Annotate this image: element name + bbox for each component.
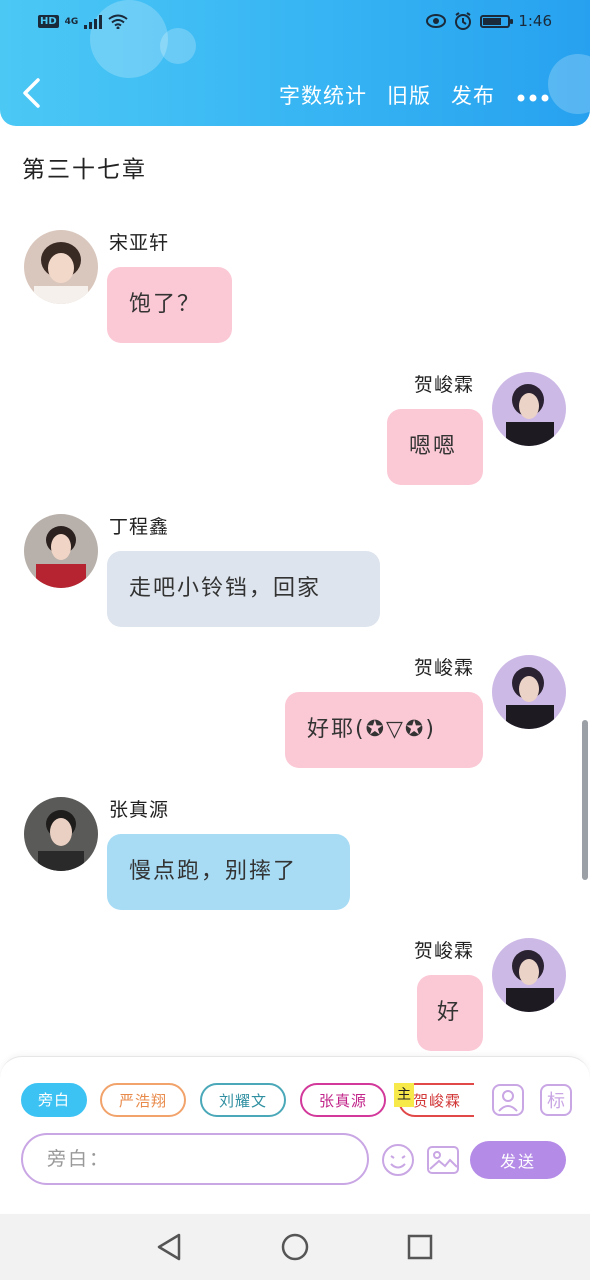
triangle-back-icon	[157, 1233, 181, 1261]
system-nav-bar	[0, 1214, 590, 1280]
main-role-tag: 主	[394, 1083, 414, 1107]
network-type: 4G	[64, 16, 79, 27]
role-chip-liu-yaowen[interactable]: 刘耀文	[200, 1083, 286, 1117]
more-button[interactable]	[516, 80, 550, 108]
old-version-button[interactable]: 旧版	[387, 80, 431, 110]
avatar-image	[492, 938, 566, 1012]
avatar-image	[24, 514, 98, 588]
avatar-image	[492, 655, 566, 729]
decorative-bubble	[548, 54, 590, 114]
send-button[interactable]: 发送	[470, 1141, 566, 1179]
tag-icon: 标	[540, 1084, 572, 1116]
image-button[interactable]	[426, 1143, 460, 1177]
message-bubble[interactable]: 嗯嗯	[387, 409, 483, 485]
square-recents-icon	[407, 1234, 433, 1260]
top-app-bar: HD 4G 1:46 字数统计 旧版 发布	[0, 0, 590, 126]
emoji-button[interactable]	[381, 1143, 415, 1177]
publish-button[interactable]: 发布	[451, 80, 495, 110]
sender-name: 贺峻霖	[414, 374, 475, 396]
sender-name: 贺峻霖	[414, 940, 475, 962]
clock: 1:46	[518, 12, 552, 30]
sender-name: 丁程鑫	[109, 516, 170, 538]
more-dots-icon	[517, 94, 549, 102]
chapter-title: 第三十七章	[22, 157, 147, 183]
sender-name: 贺峻霖	[414, 657, 475, 679]
nav-recents-button[interactable]	[404, 1231, 436, 1263]
role-manage-button[interactable]	[492, 1084, 524, 1116]
avatar-he-junlin[interactable]	[492, 655, 566, 729]
role-chip-narration[interactable]: 旁白	[21, 1083, 87, 1117]
emoji-icon	[382, 1144, 414, 1176]
sender-name: 宋亚轩	[109, 232, 170, 254]
avatar-song-yaxuan[interactable]	[24, 230, 98, 304]
message-bubble[interactable]: 好	[417, 975, 483, 1051]
tag-label: 标	[547, 1091, 565, 1112]
avatar-he-junlin[interactable]	[492, 938, 566, 1012]
tag-button[interactable]: 标	[540, 1084, 572, 1116]
back-button[interactable]	[20, 76, 48, 114]
hd-indicator: HD	[38, 15, 59, 28]
wifi-icon	[108, 14, 128, 29]
eye-comfort-icon	[426, 14, 447, 28]
message-bubble[interactable]: 饱了？	[107, 267, 232, 343]
avatar-image	[24, 230, 98, 304]
status-bar: HD 4G 1:46	[0, 0, 590, 50]
signal-icon	[84, 14, 103, 29]
message-bubble[interactable]: 走吧小铃铛，回家	[107, 551, 380, 627]
circle-home-icon	[281, 1233, 309, 1261]
chevron-left-icon	[23, 78, 40, 108]
composer-panel: 旁白 严浩翔 刘耀文 张真源 贺峻霖 标 发送	[0, 1056, 590, 1213]
role-chip-yan-haoxiang[interactable]: 严浩翔	[100, 1083, 186, 1117]
message-bubble[interactable]: 慢点跑，别摔了	[107, 834, 350, 910]
avatar-image	[492, 372, 566, 446]
avatar-he-junlin[interactable]	[492, 372, 566, 446]
avatar-image	[24, 797, 98, 871]
person-icon	[492, 1084, 524, 1116]
battery-level	[483, 17, 502, 25]
sender-name: 张真源	[109, 799, 170, 821]
message-input[interactable]	[21, 1133, 369, 1185]
avatar-zhang-zhenyuan[interactable]	[24, 797, 98, 871]
alarm-icon	[455, 12, 472, 30]
image-icon	[427, 1146, 459, 1174]
avatar-ding-chengxin[interactable]	[24, 514, 98, 588]
battery-icon	[480, 14, 514, 28]
message-bubble[interactable]: 好耶(✪▽✪)	[285, 692, 483, 768]
word-count-button[interactable]: 字数统计	[279, 80, 367, 110]
nav-home-button[interactable]	[279, 1231, 311, 1263]
nav-back-button[interactable]	[153, 1231, 185, 1263]
scrollbar[interactable]	[582, 720, 588, 880]
role-chip-zhang-zhenyuan[interactable]: 张真源	[300, 1083, 386, 1117]
